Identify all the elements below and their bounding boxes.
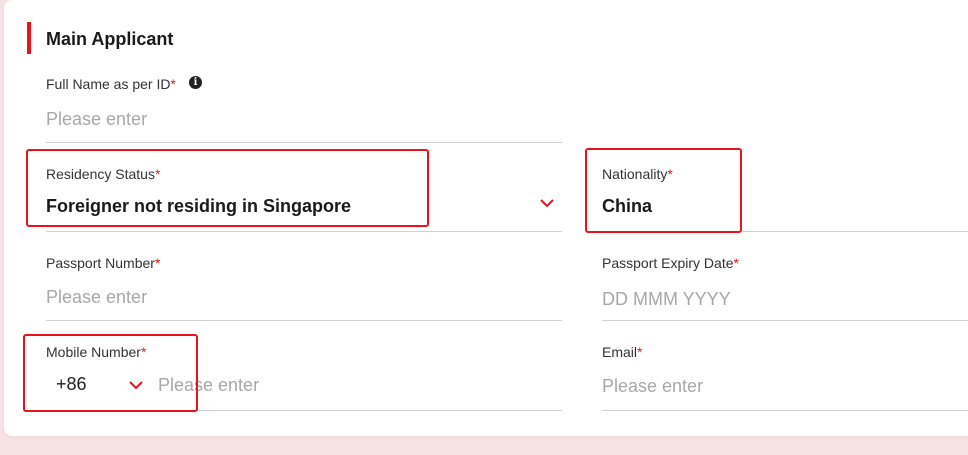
applicant-form-card [4,0,968,436]
full-name-label: Full Name as per ID* [46,76,176,92]
email-underline [602,410,968,411]
passport-number-underline [46,320,562,321]
residency-status-select[interactable]: Foreigner not residing in Singapore [46,196,351,217]
country-code-select[interactable]: +86 [56,374,87,395]
passport-number-input[interactable] [46,284,558,310]
residency-status-label: Residency Status* [46,166,161,182]
passport-expiry-label: Passport Expiry Date* [602,255,739,271]
section-accent-bar [27,22,31,54]
section-title: Main Applicant [46,29,174,49]
email-input[interactable] [602,373,962,399]
info-icon[interactable]: i [189,76,202,89]
mobile-number-underline [158,410,562,411]
passport-expiry-underline [602,320,968,321]
chevron-down-icon[interactable] [128,380,144,390]
full-name-underline [46,142,562,143]
passport-number-label: Passport Number* [46,255,161,271]
chevron-down-icon[interactable] [539,198,555,208]
nationality-select[interactable]: China [602,196,652,217]
mobile-number-label: Mobile Number* [46,344,147,360]
nationality-label: Nationality* [602,166,673,182]
country-code-underline [46,410,146,411]
residency-status-underline [46,231,562,232]
full-name-input[interactable] [46,106,558,132]
email-label: Email* [602,344,643,360]
nationality-underline [602,231,968,232]
mobile-number-input[interactable] [158,372,558,398]
passport-expiry-input[interactable] [602,286,962,312]
